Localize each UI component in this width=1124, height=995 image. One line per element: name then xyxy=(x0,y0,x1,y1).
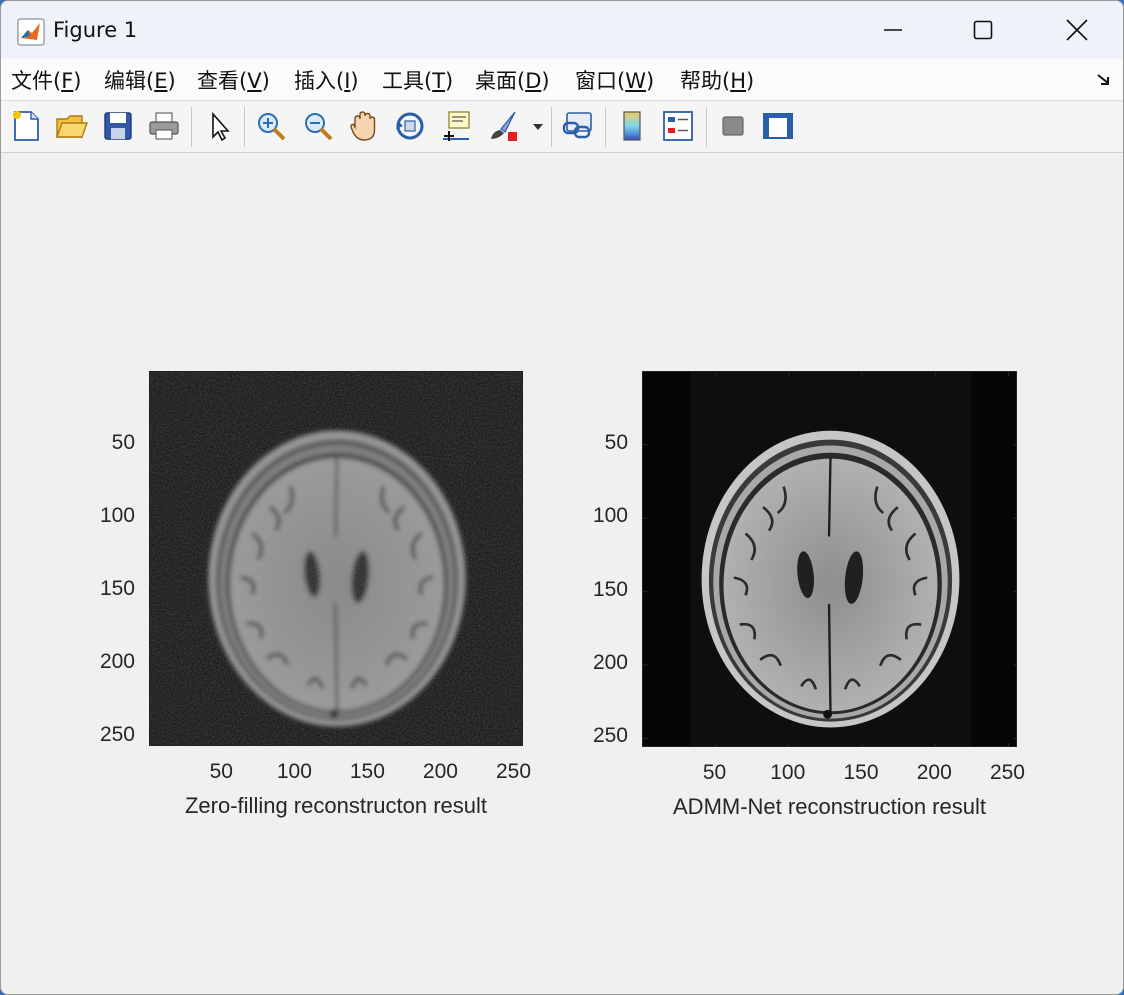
rotate-3d-icon[interactable] xyxy=(393,109,427,143)
menu-item-label: 帮助( xyxy=(680,69,731,93)
zoom-out-icon[interactable] xyxy=(301,109,335,143)
x-tick-label: 100 xyxy=(770,761,806,784)
pan-hand-icon[interactable] xyxy=(347,109,381,143)
matlab-logo-icon xyxy=(17,18,45,46)
y-tick-label: 100 xyxy=(592,504,628,528)
open-file-icon[interactable] xyxy=(54,109,88,143)
menu-item-label-tail: ) xyxy=(445,69,454,93)
menu-item-t[interactable]: 工具(T) xyxy=(382,65,453,95)
menu-item-accelerator: D xyxy=(525,69,542,93)
mri-brain-image xyxy=(643,372,1016,746)
x-tick-label: 200 xyxy=(916,761,952,784)
menu-item-v[interactable]: 查看(V) xyxy=(197,65,270,95)
menu-item-h[interactable]: 帮助(H) xyxy=(680,65,754,95)
menu-item-label-tail: ) xyxy=(541,69,550,93)
menu-item-label: 编辑( xyxy=(104,69,155,93)
menu-item-accelerator: V xyxy=(247,69,262,93)
menu-item-label-tail: ) xyxy=(261,69,270,93)
close-button[interactable] xyxy=(1031,1,1123,59)
menu-item-e[interactable]: 编辑(E) xyxy=(104,65,176,95)
menu-item-label-tail: ) xyxy=(350,69,359,93)
toolbar-separator xyxy=(551,107,552,147)
x-axis-label: Zero-filling reconstructon result xyxy=(184,793,488,818)
menu-item-accelerator: F xyxy=(61,69,74,93)
menu-item-label: 窗口( xyxy=(575,69,626,93)
menu-expand-arrow-icon[interactable] xyxy=(1095,71,1113,89)
x-tick-label: 250 xyxy=(495,760,532,783)
minimize-icon xyxy=(884,29,902,31)
y-tick-label: 250 xyxy=(99,723,135,747)
menu-item-accelerator: H xyxy=(730,69,746,93)
menu-item-f[interactable]: 文件(F) xyxy=(11,65,82,95)
window-title: Figure 1 xyxy=(53,18,138,42)
brush-icon[interactable] xyxy=(487,109,521,143)
figure-toolbar xyxy=(1,101,1123,153)
x-axis-label: ADMM-Net reconstruction result xyxy=(673,794,986,819)
x-tick-label: 200 xyxy=(422,760,458,783)
close-icon xyxy=(1066,19,1088,41)
menu-item-accelerator: E xyxy=(154,69,168,93)
menu-item-i[interactable]: 插入(I) xyxy=(294,65,359,95)
minimize-button[interactable] xyxy=(847,1,939,59)
x-tick-label: 150 xyxy=(349,760,385,783)
menu-item-label: 工具( xyxy=(382,69,433,93)
menu-item-label-tail: ) xyxy=(746,69,755,93)
maximize-button[interactable] xyxy=(937,1,1029,59)
image-axes-1[interactable] xyxy=(149,371,523,746)
menu-item-accelerator: W xyxy=(625,69,646,93)
print-icon[interactable] xyxy=(147,109,181,143)
y-tick-label: 150 xyxy=(592,577,628,601)
toolbar-separator xyxy=(605,107,606,147)
mri-brain-image xyxy=(150,372,522,745)
new-figure-icon[interactable] xyxy=(9,109,43,143)
y-tick-label: 150 xyxy=(99,576,135,600)
select-arrow-icon[interactable] xyxy=(203,109,237,143)
menu-item-label-tail: ) xyxy=(73,69,82,93)
legend-icon[interactable] xyxy=(661,109,695,143)
colorbar-icon[interactable] xyxy=(615,109,649,143)
toolbar-separator xyxy=(191,107,192,147)
menu-item-d[interactable]: 桌面(D) xyxy=(475,65,550,95)
menu-item-label: 桌面( xyxy=(475,69,526,93)
title-bar[interactable]: Figure 1 xyxy=(1,1,1123,59)
menu-item-label-tail: ) xyxy=(167,69,176,93)
hide-plot-tools-icon[interactable] xyxy=(716,109,750,143)
zoom-in-icon[interactable] xyxy=(254,109,288,143)
y-tick-label: 50 xyxy=(604,430,628,454)
menu-item-w[interactable]: 窗口(W) xyxy=(575,65,654,95)
menu-bar: 文件(F) 编辑(E) 查看(V) 插入(I) 工具(T) 桌面(D) 窗口(W) 帮助(H) xyxy=(1,59,1123,101)
x-tick-label: 250 xyxy=(989,761,1025,784)
show-plot-tools-icon[interactable] xyxy=(761,109,795,143)
menu-item-label-tail: ) xyxy=(645,69,655,93)
maximize-icon xyxy=(973,20,993,40)
y-tick-label: 250 xyxy=(592,724,628,748)
menu-item-label: 文件( xyxy=(11,69,62,93)
y-tick-label: 100 xyxy=(99,503,135,527)
menu-item-label: 插入( xyxy=(294,69,345,93)
link-plot-icon[interactable] xyxy=(561,109,595,143)
x-tick-label: 150 xyxy=(843,761,879,784)
x-tick-label: 100 xyxy=(276,760,312,783)
toolbar-separator xyxy=(706,107,707,147)
data-cursor-icon[interactable] xyxy=(439,109,473,143)
y-tick-label: 200 xyxy=(592,651,628,675)
save-icon[interactable] xyxy=(101,109,135,143)
brush-dropdown-icon[interactable] xyxy=(530,109,546,143)
menu-item-accelerator: T xyxy=(432,69,446,93)
toolbar-separator xyxy=(244,107,245,147)
figure-canvas[interactable]: 50 100 150 200 250 50 100 150 200 250 Zero-filling… xyxy=(1,154,1123,994)
x-tick-label: 50 xyxy=(702,761,727,784)
figure-window: Figure 1 文件(F) 编辑(E) 查看(V) 插入(I) 工具(T) 桌面(D) 窗… xyxy=(0,0,1124,995)
image-axes-2[interactable] xyxy=(642,371,1017,747)
y-tick-label: 200 xyxy=(99,650,135,674)
menu-item-label: 查看( xyxy=(197,69,248,93)
x-tick-label: 50 xyxy=(209,760,233,783)
y-tick-label: 50 xyxy=(111,430,135,454)
